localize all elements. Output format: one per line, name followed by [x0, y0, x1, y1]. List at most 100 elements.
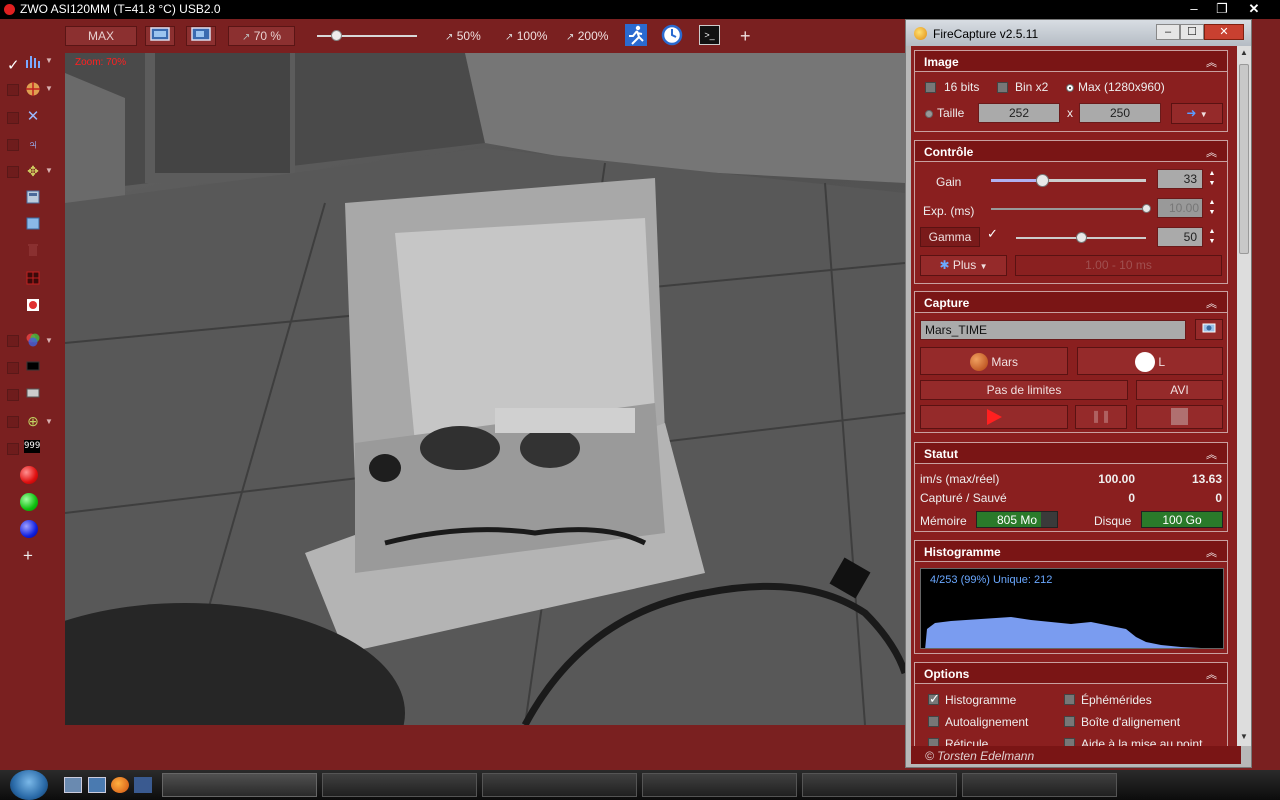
show-desktop-icon[interactable] — [64, 777, 82, 793]
chevron-down-icon[interactable]: ▼ — [45, 166, 53, 175]
panel-scrollbar[interactable]: ▲ ▼ — [1237, 46, 1251, 746]
sidebar-check-align[interactable] — [7, 139, 19, 151]
sidebar-check-counter[interactable] — [7, 443, 19, 455]
counter-icon[interactable]: 999 — [24, 440, 40, 453]
boite-alignement-checkbox[interactable] — [1064, 716, 1075, 727]
width-input[interactable]: 252 — [978, 103, 1060, 123]
panel-minimize-button[interactable]: – — [1156, 24, 1180, 40]
filter-selector[interactable]: L — [1077, 347, 1223, 375]
sidebar-check-flat[interactable] — [7, 389, 19, 401]
red-filter-icon[interactable] — [20, 466, 38, 484]
format-button[interactable]: AVI — [1136, 380, 1223, 400]
zoom-50-button[interactable]: ↗ 50% — [445, 29, 481, 43]
stop-button[interactable] — [1136, 405, 1223, 429]
sidebar-check-dark[interactable] — [7, 362, 19, 374]
sidebar-check-move[interactable] — [7, 166, 19, 178]
max-button[interactable]: MAX — [65, 26, 137, 46]
apply-size-button[interactable]: ➜ ▼ — [1171, 103, 1223, 124]
exposure-slider[interactable] — [991, 204, 1151, 213]
rgb-circles-icon[interactable] — [24, 332, 42, 348]
gamma-spinner[interactable]: ▲ ▼ — [1207, 227, 1217, 247]
align-icon[interactable]: ♃ — [24, 136, 42, 152]
crosshair-icon[interactable]: ✕ — [24, 109, 42, 125]
gamma-value-input[interactable]: 50 — [1157, 227, 1203, 247]
record-button[interactable] — [920, 405, 1068, 429]
histogramme-section-header[interactable]: Histogramme ︽ — [915, 541, 1227, 562]
trash-icon[interactable] — [24, 243, 42, 259]
taille-radio[interactable] — [925, 110, 933, 118]
gamma-slider[interactable] — [1016, 232, 1146, 243]
exposure-value-input[interactable]: 10.00 — [1157, 198, 1203, 218]
focus-target-icon[interactable]: ⊕ — [24, 413, 42, 429]
planet-selector[interactable]: Mars — [920, 347, 1068, 375]
add-sidebar-button[interactable]: + — [23, 546, 33, 566]
add-tool-button[interactable]: + — [740, 26, 751, 47]
gamma-slider-knob[interactable] — [1075, 232, 1087, 243]
ephemerides-checkbox[interactable] — [1064, 694, 1075, 705]
fullscreen-icon[interactable] — [145, 26, 175, 46]
camera-preview[interactable]: Zoom: 70% — [65, 53, 905, 725]
histogram-icon[interactable] — [24, 54, 42, 70]
sidebar-check-crosshair[interactable] — [7, 112, 19, 124]
target-icon[interactable] — [24, 81, 42, 97]
chevron-down-icon[interactable]: ▼ — [45, 84, 53, 93]
collapse-icon[interactable]: ︽ — [1206, 54, 1217, 70]
gain-slider-knob[interactable] — [1035, 174, 1049, 187]
clown-icon[interactable] — [24, 298, 42, 314]
history-clock-icon[interactable] — [661, 24, 683, 46]
taskbar-item[interactable] — [162, 773, 317, 797]
histogramme-checkbox[interactable] — [928, 691, 940, 707]
firefox-icon[interactable] — [111, 777, 129, 793]
statut-section-header[interactable]: Statut ︽ — [915, 443, 1227, 464]
window-mode-icon[interactable] — [186, 26, 216, 46]
binx2-checkbox[interactable] — [997, 82, 1008, 93]
close-button[interactable]: ✕ — [1240, 0, 1268, 18]
capture-name-input[interactable]: Mars_TIME — [920, 320, 1186, 340]
sidebar-check-focus[interactable] — [7, 416, 19, 428]
collapse-icon[interactable]: ︽ — [1206, 666, 1217, 682]
chevron-down-icon[interactable]: ▼ — [45, 417, 53, 426]
gain-spinner[interactable]: ▲ ▼ — [1207, 169, 1217, 189]
capture-section-header[interactable]: Capture ︽ — [915, 292, 1227, 313]
dark-frame-icon[interactable] — [24, 359, 42, 375]
panel-close-button[interactable]: ✕ — [1204, 24, 1244, 40]
gain-value-input[interactable]: 33 — [1157, 169, 1203, 189]
zoom-100-button[interactable]: ↗ 100% — [505, 29, 547, 43]
taskbar-item[interactable] — [482, 773, 637, 797]
plus-button[interactable]: ✱ Plus ▼ — [920, 255, 1007, 276]
taskbar-item[interactable] — [802, 773, 957, 797]
terminal-icon[interactable]: >_ — [699, 25, 720, 45]
sidebar-check-color[interactable] — [7, 335, 19, 347]
chevron-down-icon[interactable]: ▼ — [45, 336, 53, 345]
chevron-down-icon[interactable]: ▼ — [45, 56, 53, 65]
autoalignement-checkbox[interactable] — [928, 716, 939, 727]
collapse-icon[interactable]: ︽ — [1206, 544, 1217, 560]
explorer-icon[interactable] — [88, 777, 106, 793]
sidebar-check-histogram[interactable]: ✓ — [7, 56, 20, 74]
height-input[interactable]: 250 — [1079, 103, 1161, 123]
controle-section-header[interactable]: Contrôle ︽ — [915, 141, 1227, 162]
sidebar-check-target[interactable] — [7, 84, 19, 96]
running-man-icon[interactable] — [625, 24, 647, 46]
taskbar-item[interactable] — [322, 773, 477, 797]
image-section-header[interactable]: Image ︽ — [915, 51, 1227, 72]
scroll-thumb[interactable] — [1239, 64, 1249, 254]
notes-icon[interactable] — [24, 216, 42, 232]
gamma-button[interactable]: Gamma — [920, 227, 980, 247]
minimize-button[interactable]: – — [1180, 0, 1208, 18]
16bits-checkbox[interactable] — [925, 82, 936, 93]
range-selector[interactable]: 1.00 - 10 ms — [1015, 255, 1222, 276]
limit-button[interactable]: Pas de limites — [920, 380, 1128, 400]
pause-button[interactable]: ❚❚ — [1075, 405, 1127, 429]
maximize-button[interactable]: ❐ — [1208, 0, 1236, 18]
scroll-down-arrow[interactable]: ▼ — [1238, 732, 1250, 744]
blue-filter-icon[interactable] — [20, 520, 38, 538]
exposure-spinner[interactable]: ▲ ▼ — [1207, 198, 1217, 218]
camera-icon[interactable] — [1195, 319, 1223, 340]
zoom-200-button[interactable]: ↗ 200% — [566, 29, 608, 43]
collapse-icon[interactable]: ︽ — [1206, 446, 1217, 462]
exposure-slider-knob[interactable] — [1141, 204, 1151, 213]
media-player-icon[interactable] — [134, 777, 152, 793]
collapse-icon[interactable]: ︽ — [1206, 144, 1217, 160]
green-filter-icon[interactable] — [20, 493, 38, 511]
